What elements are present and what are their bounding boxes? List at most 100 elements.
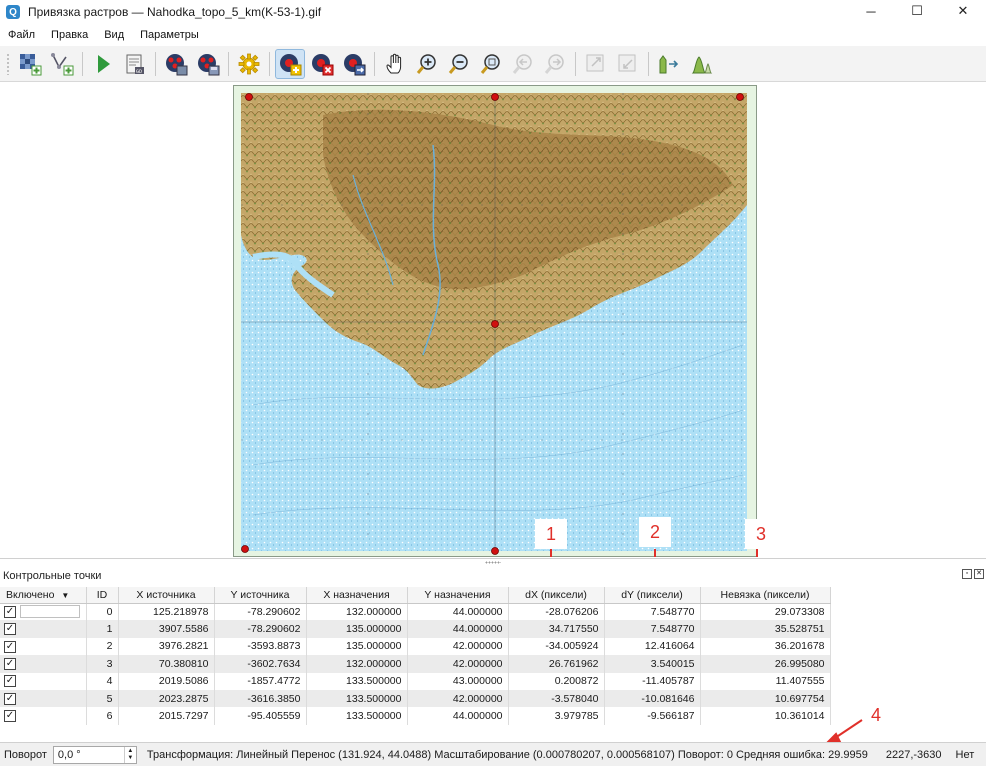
settings-icon[interactable]	[234, 49, 264, 79]
link-qgis-icon[interactable]	[613, 49, 643, 79]
table-row[interactable]: ✓ 0 125.218978 -78.290602 132.000000 44.00000…	[0, 603, 831, 621]
cell-id[interactable]: 4	[86, 672, 119, 690]
cell-y-dest[interactable]: 44.000000	[407, 603, 509, 621]
cell-dy[interactable]: 3.540015	[604, 655, 701, 673]
cell-x-dest[interactable]: 132.000000	[306, 655, 408, 673]
cell-residual[interactable]: 35.528751	[700, 620, 831, 638]
cell-residual[interactable]: 26.995080	[700, 655, 831, 673]
cell-id[interactable]: 1	[86, 620, 119, 638]
cell-x-dest[interactable]: 133.500000	[306, 672, 408, 690]
enabled-checkbox[interactable]: ✓	[4, 605, 16, 618]
title-bar: Q Привязка растров — Nahodka_topo_5_km(K…	[0, 0, 986, 24]
enabled-checkbox[interactable]: ✓	[4, 623, 16, 636]
cell-dy[interactable]: 12.416064	[604, 637, 701, 656]
open-raster-icon[interactable]	[15, 49, 45, 79]
column-header-y-dest[interactable]: Y назначения	[407, 587, 509, 604]
load-gcp-icon[interactable]	[161, 49, 191, 79]
pan-icon[interactable]	[380, 49, 410, 79]
enabled-checkbox[interactable]: ✓	[4, 657, 16, 670]
cell-x-source[interactable]: 125.218978	[118, 603, 215, 621]
column-header-enabled[interactable]: Включено ▼	[0, 587, 87, 604]
maximize-button[interactable]: ☐	[894, 0, 940, 22]
rotation-spinbox[interactable]: 0,0 ° ▲ ▼	[52, 745, 137, 764]
column-header-residual[interactable]: Невязка (пиксели)	[700, 587, 831, 604]
cell-y-dest[interactable]: 43.000000	[407, 672, 509, 690]
cell-y-source[interactable]: -1857.4772	[214, 672, 307, 690]
cell-residual[interactable]: 36.201678	[700, 637, 831, 656]
menu-settings[interactable]: Параметры	[132, 29, 207, 41]
move-point-icon[interactable]	[339, 49, 369, 79]
cell-dy[interactable]: 7.548770	[604, 603, 701, 621]
enabled-checkbox[interactable]: ✓	[4, 640, 16, 653]
column-header-dy[interactable]: dY (пиксели)	[604, 587, 701, 604]
save-gcp-icon[interactable]	[193, 49, 223, 79]
column-header-dx[interactable]: dX (пиксели)	[508, 587, 605, 604]
cell-x-dest[interactable]: 135.000000	[306, 637, 408, 656]
column-header-x-dest[interactable]: X назначения	[306, 587, 408, 604]
cell-dx[interactable]: -28.076206	[508, 603, 605, 621]
toolbar-handle[interactable]	[6, 52, 10, 75]
column-header-id[interactable]: ID	[86, 587, 119, 604]
zoom-last-icon[interactable]	[508, 49, 538, 79]
menu-edit[interactable]: Правка	[43, 29, 96, 41]
cell-dy[interactable]: -11.405787	[604, 672, 701, 690]
cell-id[interactable]: 3	[86, 655, 119, 673]
run-icon[interactable]	[88, 49, 118, 79]
column-header-x-source[interactable]: X источника	[118, 587, 215, 604]
start-georef-icon[interactable]	[47, 49, 77, 79]
cell-editor[interactable]	[20, 605, 80, 619]
cell-y-source[interactable]: -3593.8873	[214, 637, 307, 656]
close-button[interactable]: ✕	[940, 0, 986, 22]
sort-down-icon: ▼	[61, 590, 70, 600]
menu-file[interactable]: Файл	[0, 29, 43, 41]
zoom-out-icon[interactable]	[444, 49, 474, 79]
local-histogram-icon[interactable]	[686, 49, 716, 79]
table-row[interactable]: ✓ 3 70.380810 -3602.7634 132.000000 42.000000…	[0, 655, 831, 673]
annotation-label-2: 2	[639, 517, 671, 547]
cell-dx[interactable]: 26.761962	[508, 655, 605, 673]
cell-dx[interactable]: 34.717550	[508, 620, 605, 638]
link-georef-icon[interactable]	[581, 49, 611, 79]
minimize-button[interactable]: ─	[848, 0, 894, 22]
dock-splitter[interactable]	[485, 561, 501, 564]
cell-y-dest[interactable]: 42.000000	[407, 655, 509, 673]
table-row[interactable]: ✓ 4 2019.5086 -1857.4772 133.500000 43.000000…	[0, 672, 831, 690]
cell-dx[interactable]: 0.200872	[508, 672, 605, 690]
delete-point-icon[interactable]	[307, 49, 337, 79]
column-header-y-source[interactable]: Y источника	[214, 587, 307, 604]
cell-x-source[interactable]: 70.380810	[118, 655, 215, 673]
table-row[interactable]: ✓ 2 3976.2821 -3593.8873 135.000000 42.000000…	[0, 637, 831, 656]
cell-x-dest[interactable]: 135.000000	[306, 620, 408, 638]
zoom-next-icon[interactable]	[540, 49, 570, 79]
table-row[interactable]: ✓ 1 3907.5586 -78.290602 135.000000 44.000000…	[0, 620, 831, 638]
cell-y-source[interactable]: -78.290602	[214, 603, 307, 621]
cell-id[interactable]: 2	[86, 637, 119, 656]
cell-x-source[interactable]: 2019.5086	[118, 672, 215, 690]
cell-residual[interactable]: 29.073308	[700, 603, 831, 621]
cell-y-source[interactable]: -3602.7634	[214, 655, 307, 673]
rotation-value[interactable]: 0,0 °	[54, 749, 124, 761]
zoom-layer-icon[interactable]	[476, 49, 506, 79]
cell-dy[interactable]: 7.548770	[604, 620, 701, 638]
cell-x-source[interactable]: 3907.5586	[118, 620, 215, 638]
cell-x-dest[interactable]: 132.000000	[306, 603, 408, 621]
dock-close-icon[interactable]: ✕	[974, 569, 984, 579]
cell-y-dest[interactable]: 42.000000	[407, 637, 509, 656]
cell-residual[interactable]: 11.407555	[700, 672, 831, 690]
cell-dx[interactable]: -34.005924	[508, 637, 605, 656]
cell-x-source[interactable]: 3976.2821	[118, 637, 215, 656]
zoom-in-icon[interactable]	[412, 49, 442, 79]
generate-script-icon[interactable]: GD	[120, 49, 150, 79]
dock-float-icon[interactable]: ▫	[962, 569, 972, 579]
menu-view[interactable]: Вид	[96, 29, 132, 41]
enabled-checkbox[interactable]: ✓	[4, 675, 16, 688]
cell-enabled: ✓	[0, 603, 87, 621]
cell-y-source[interactable]: -78.290602	[214, 620, 307, 638]
full-histogram-icon[interactable]	[654, 49, 684, 79]
map-canvas[interactable]: 1 2 3	[0, 83, 986, 557]
crs-indicator[interactable]: Нет	[956, 749, 975, 761]
cell-y-dest[interactable]: 44.000000	[407, 620, 509, 638]
cell-id[interactable]: 0	[86, 603, 119, 621]
add-point-icon[interactable]	[275, 48, 305, 79]
spin-arrows-icon[interactable]: ▲ ▼	[123, 746, 136, 763]
